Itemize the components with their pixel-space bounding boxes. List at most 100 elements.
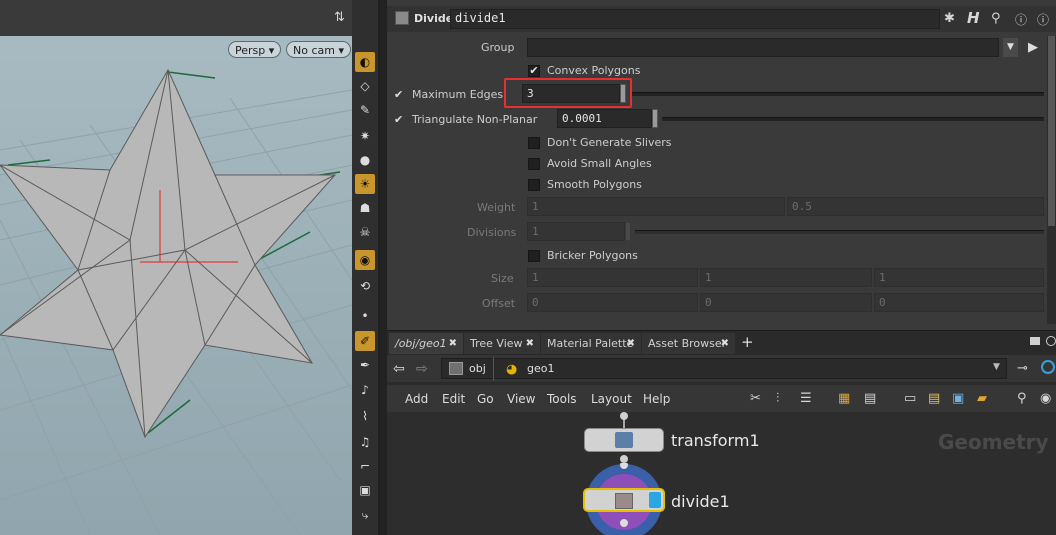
path-level-geo1[interactable]: geo1	[527, 362, 554, 375]
camera-lock-icon[interactable]: ◉	[355, 250, 375, 270]
help-icon[interactable]: ⓘ	[1037, 11, 1049, 28]
close-icon[interactable]: ✖	[449, 333, 457, 354]
node-label-divide1[interactable]: divide1	[671, 492, 730, 511]
shading-icon[interactable]: ✎	[355, 100, 375, 120]
offset-x-field[interactable]: 0	[527, 293, 698, 312]
menu-add[interactable]: Add	[405, 392, 428, 406]
bounding-box-icon[interactable]: ▣	[355, 480, 375, 500]
link-icon[interactable]	[1041, 360, 1055, 374]
size-y-field[interactable]: 1	[700, 268, 872, 287]
list-icon[interactable]: ☰	[800, 391, 812, 406]
pen-icon[interactable]: ✒	[355, 355, 375, 375]
point-icon[interactable]: •	[355, 306, 375, 326]
gear-icon[interactable]: ✱	[944, 11, 955, 26]
add-tab-icon[interactable]: +	[741, 333, 754, 351]
sticky-note-icon[interactable]: ▤	[928, 391, 940, 406]
close-icon[interactable]: ✖	[721, 333, 729, 354]
tree-layout-icon[interactable]: ⫶	[776, 391, 779, 406]
vertex-number-icon[interactable]: ♫	[355, 432, 375, 452]
help-h-icon[interactable]: H	[967, 9, 980, 27]
select-arrow-icon[interactable]: ▶	[1028, 40, 1038, 55]
size-x-field[interactable]: 1	[527, 268, 698, 287]
triangulate-slider[interactable]	[662, 117, 1044, 121]
input-port[interactable]	[620, 412, 628, 420]
light-icon[interactable]: ✷	[355, 126, 375, 146]
divisions-field[interactable]: 1	[527, 222, 625, 241]
output-port[interactable]	[620, 455, 628, 463]
search-icon[interactable]: ⚲	[991, 11, 1001, 26]
wireframe-icon[interactable]: ◇	[355, 76, 375, 96]
path-level-obj[interactable]: obj	[469, 362, 486, 375]
network-path-field[interactable]: obj ◕ geo1 ▼	[441, 357, 1007, 381]
avoid-small-angles-checkbox[interactable]	[528, 158, 540, 170]
tab-tree-view[interactable]: Tree View ✖	[464, 333, 540, 354]
headlight-icon[interactable]: ☀	[355, 174, 375, 194]
triangulate-slider-handle[interactable]	[652, 109, 658, 128]
number-icon[interactable]: ♪	[355, 380, 375, 400]
eye-icon[interactable]: ◉	[1040, 391, 1051, 406]
camera-menu[interactable]: No cam ▾	[286, 41, 351, 58]
max-edges-slider[interactable]	[630, 92, 1044, 96]
sphere-icon[interactable]: ●	[355, 150, 375, 170]
tab-network[interactable]: /obj/geo1 ✖	[389, 333, 463, 354]
menu-tools[interactable]: Tools	[547, 392, 577, 406]
tab-asset-browser[interactable]: Asset Browser ✖	[642, 333, 735, 354]
selection-display-icon[interactable]: ◐	[355, 52, 375, 72]
paint-icon[interactable]: ⌇	[355, 406, 375, 426]
node-divide1[interactable]	[583, 488, 665, 512]
divisions-slider[interactable]	[635, 230, 1044, 234]
axis-icon[interactable]: ⤷	[355, 505, 375, 525]
tools-icon[interactable]: ✂	[750, 391, 761, 406]
pane-divider[interactable]	[379, 0, 387, 535]
triangulate-field[interactable]: 0.0001	[557, 109, 652, 128]
camera-view-menu[interactable]: Persp ▾	[228, 41, 282, 58]
triangulate-toggle[interactable]: ✔	[394, 113, 403, 126]
list-detail-icon[interactable]: ▤	[864, 391, 876, 406]
tab-material-palette[interactable]: Material Palette ✖	[541, 333, 641, 354]
close-icon[interactable]: ✖	[627, 333, 635, 354]
scene-viewport[interactable]: ⇅ Persp ▾ No cam ▾	[0, 0, 352, 535]
menu-help[interactable]: Help	[643, 392, 670, 406]
group-field[interactable]	[527, 38, 999, 57]
info-icon[interactable]: ⓘ	[1015, 11, 1027, 28]
dont-generate-slivers-checkbox[interactable]	[528, 137, 540, 149]
weight-field-2[interactable]: 0.5	[787, 197, 1044, 216]
image-icon[interactable]: ▣	[952, 391, 964, 406]
smooth-polygons-checkbox[interactable]	[528, 179, 540, 191]
menu-edit[interactable]: Edit	[442, 392, 465, 406]
max-edges-toggle[interactable]: ✔	[394, 88, 403, 101]
display-options-icon[interactable]: ⇅	[334, 10, 345, 25]
forward-arrow-icon[interactable]: ⇨	[416, 361, 428, 377]
brush-icon[interactable]: ✐	[355, 331, 375, 351]
network-box-icon[interactable]: ▰	[977, 391, 987, 406]
node-label-transform1[interactable]: transform1	[671, 431, 760, 450]
group-menu-button[interactable]: ▼	[1003, 38, 1018, 57]
weight-field-1[interactable]: 1	[527, 197, 785, 216]
close-icon[interactable]: ✖	[526, 333, 534, 354]
pane-menu-icon[interactable]	[1030, 337, 1040, 345]
pin-icon[interactable]: ⊸	[1017, 361, 1028, 376]
size-z-field[interactable]: 1	[874, 268, 1044, 287]
parameter-scrollbar-thumb[interactable]	[1048, 36, 1055, 226]
bricker-polygons-checkbox[interactable]	[528, 250, 540, 262]
divisions-slider-handle[interactable]	[625, 222, 631, 241]
back-arrow-icon[interactable]: ⇦	[393, 361, 405, 377]
menu-view[interactable]: View	[507, 392, 535, 406]
offset-z-field[interactable]: 0	[874, 293, 1044, 312]
convex-polygons-checkbox[interactable]: ✔	[528, 65, 540, 77]
path-dropdown-icon[interactable]: ▼	[993, 362, 1000, 372]
corner-icon[interactable]: ⌐	[355, 456, 375, 476]
search-icon[interactable]: ⚲	[1017, 391, 1027, 406]
maximize-icon[interactable]	[1046, 336, 1056, 346]
node-transform1[interactable]	[584, 428, 664, 452]
skull-icon[interactable]: ☠	[355, 222, 375, 242]
ghost-icon[interactable]: ☗	[355, 198, 375, 218]
display-icon[interactable]: ▭	[904, 391, 916, 406]
grid-icon[interactable]: ▦	[838, 391, 850, 406]
menu-layout[interactable]: Layout	[591, 392, 632, 406]
snapping-icon[interactable]: ⟲	[355, 276, 375, 296]
menu-go[interactable]: Go	[477, 392, 494, 406]
offset-y-field[interactable]: 0	[700, 293, 872, 312]
display-flag[interactable]	[649, 492, 661, 508]
node-name-field[interactable]: divide1	[450, 9, 940, 29]
